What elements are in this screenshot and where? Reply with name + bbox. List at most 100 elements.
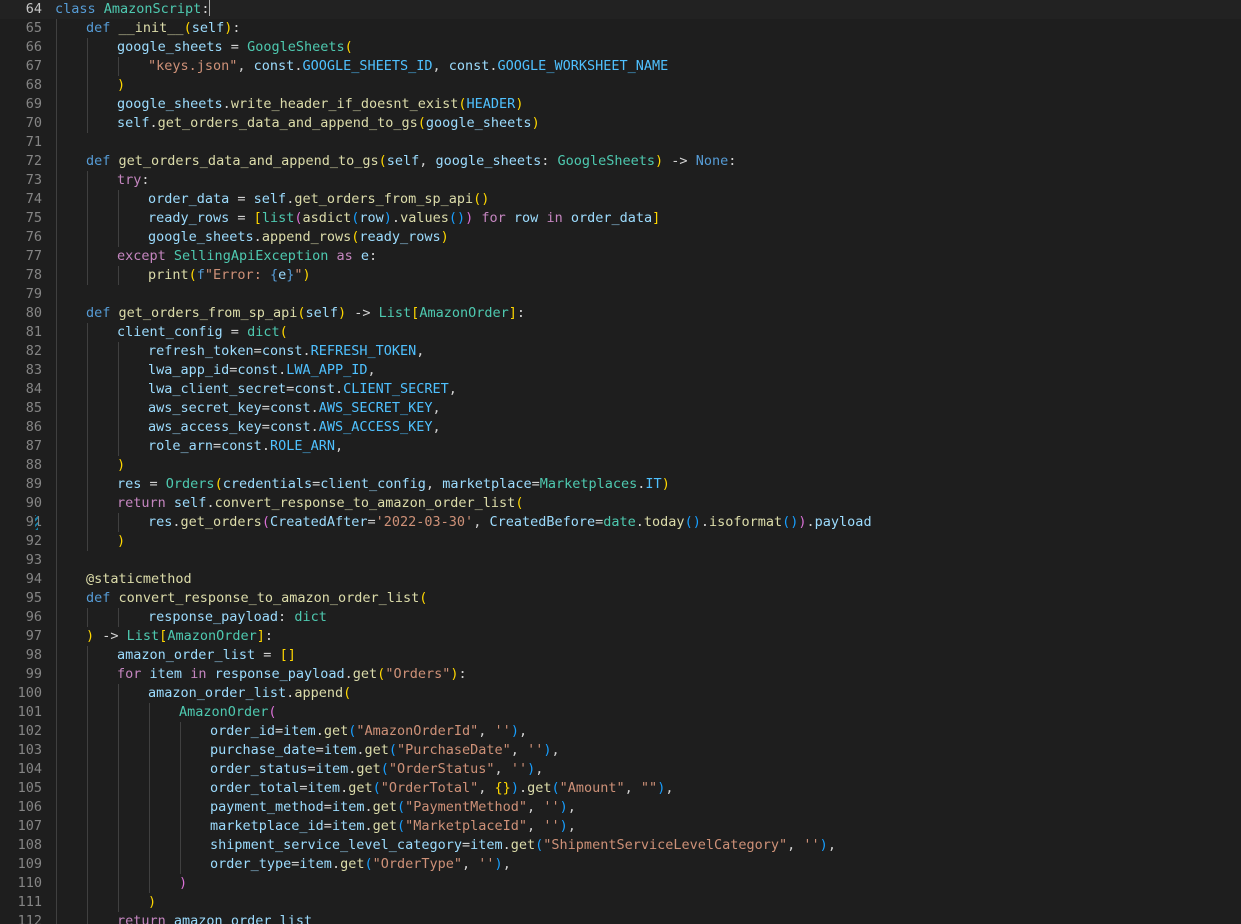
indent-guide xyxy=(87,779,88,798)
code-token: , xyxy=(419,153,436,169)
indent-guide xyxy=(149,855,150,874)
code-line[interactable]: 73 try: xyxy=(0,171,1241,190)
code-line[interactable]: 67 "keys.json", const. GOOGLE_SHEETS_ID, c… xyxy=(0,57,1241,76)
code-line[interactable]: 103 purchase_date=item.get("PurchaseDate"… xyxy=(0,741,1241,760)
code-line[interactable]: 64 class AmazonScript: xyxy=(0,0,1241,19)
code-token: ( xyxy=(515,495,524,511)
code-text: client_config = dict( xyxy=(117,323,288,342)
code-line[interactable]: 89 res = Orders(credentials = client_config… xyxy=(0,475,1241,494)
line-number: 65 xyxy=(25,20,42,36)
code-line[interactable]: 85 aws_secret_key=const.AWS_SECRET_KEY, xyxy=(0,399,1241,418)
code-token: google_sheets xyxy=(425,115,532,131)
line-number: 105 xyxy=(17,780,42,796)
code-line[interactable]: 94 @staticmethod xyxy=(0,570,1241,589)
code-token: , xyxy=(665,780,674,796)
code-line[interactable]: 75 ready_rows = [list(asdict(row).values(… xyxy=(0,209,1241,228)
code-text: return amazon_order_list xyxy=(117,912,312,924)
code-token: ) xyxy=(819,837,828,853)
code-line[interactable]: 98 amazon_order_list = [] xyxy=(0,646,1241,665)
code-line[interactable]: 69 google_sheets.write_header_if_doesnt_e… xyxy=(0,95,1241,114)
indent-guide xyxy=(180,722,181,741)
indent-guide xyxy=(118,703,119,722)
code-line[interactable]: 99 for item in response_payload.get("Orde… xyxy=(0,665,1241,684)
code-line[interactable]: 111) xyxy=(0,893,1241,912)
code-text: class AmazonScript: xyxy=(55,0,211,19)
modified-line-marker[interactable] xyxy=(35,515,38,530)
indent-guide xyxy=(118,855,119,874)
code-token: ) xyxy=(338,305,347,321)
indent-guide xyxy=(87,798,88,817)
code-line[interactable]: 91 res.get_orders(CreatedAfter='2022-03-3… xyxy=(0,513,1241,532)
code-line[interactable]: 86 aws_access_key=const.AWS_ACCESS_KEY, xyxy=(0,418,1241,437)
code-line[interactable]: 76 google_sheets.append_rows(ready_rows) xyxy=(0,228,1241,247)
code-line[interactable]: 112 return amazon_order_list xyxy=(0,912,1241,924)
code-token: aws_access_key xyxy=(148,419,262,435)
code-line[interactable]: 80 def get_orders_from_sp_api(self) -> Li… xyxy=(0,304,1241,323)
code-line[interactable]: 90 return self.convert_response_to_amazon… xyxy=(0,494,1241,513)
code-line[interactable]: 79 xyxy=(0,285,1241,304)
indent-guide xyxy=(87,646,88,665)
code-line[interactable]: 74 order_data = self.get_orders_from_sp_a… xyxy=(0,190,1241,209)
indent-guide xyxy=(87,57,88,76)
code-line[interactable]: 95 def convert_response_to_amazon_order_l… xyxy=(0,589,1241,608)
code-line[interactable]: 72 def get_orders_data_and_append_to_gs(s… xyxy=(0,152,1241,171)
indent-guide xyxy=(56,608,57,627)
code-token: AWS_ACCESS_KEY xyxy=(318,419,433,435)
code-text: ) xyxy=(117,76,125,95)
code-line[interactable]: 68) xyxy=(0,76,1241,95)
line-number: 66 xyxy=(25,39,42,55)
code-line[interactable]: 93 xyxy=(0,551,1241,570)
indent-guide xyxy=(56,57,57,76)
indent-guide xyxy=(118,190,119,209)
code-token: ( xyxy=(261,514,270,530)
line-number: 107 xyxy=(17,818,42,834)
code-line[interactable]: 104 order_status=item.get("OrderStatus", … xyxy=(0,760,1241,779)
code-token: , xyxy=(473,514,490,530)
code-line[interactable]: 107 marketplace_id=item.get("MarketplaceI… xyxy=(0,817,1241,836)
code-line[interactable]: 100 amazon_order_list.append( xyxy=(0,684,1241,703)
code-line[interactable]: 82 refresh_token=const.REFRESH_TOKEN, xyxy=(0,342,1241,361)
line-number: 93 xyxy=(25,552,42,568)
code-line[interactable]: 71 xyxy=(0,133,1241,152)
indent-guide xyxy=(56,589,57,608)
indent-guide xyxy=(56,133,57,152)
code-line[interactable]: 92) xyxy=(0,532,1241,551)
code-line[interactable]: 78 print(f"Error: {e}") xyxy=(0,266,1241,285)
code-token: GoogleSheets xyxy=(557,153,656,169)
code-line[interactable]: 83 lwa_app_id=const.LWA_APP_ID, xyxy=(0,361,1241,380)
code-line[interactable]: 96 response_payload: dict xyxy=(0,608,1241,627)
code-line[interactable]: 97) -> List[AmazonOrder]: xyxy=(0,627,1241,646)
code-editor[interactable]: 64 class AmazonScript: 65 def __init__(self… xyxy=(0,0,1241,924)
code-token: : xyxy=(264,628,273,644)
code-line[interactable]: 84 lwa_client_secret=const.CLIENT_SECRET, xyxy=(0,380,1241,399)
code-line[interactable]: 77 except SellingApiException as e: xyxy=(0,247,1241,266)
code-token: , xyxy=(432,400,441,416)
code-line[interactable]: 105 order_total=item.get("OrderTotal", {}… xyxy=(0,779,1241,798)
code-line[interactable]: 101 AmazonOrder( xyxy=(0,703,1241,722)
code-line[interactable]: 110) xyxy=(0,874,1241,893)
code-line[interactable]: 88) xyxy=(0,456,1241,475)
code-line[interactable]: 108 shipment_service_level_category=item.… xyxy=(0,836,1241,855)
code-text: aws_secret_key=const.AWS_SECRET_KEY, xyxy=(148,399,441,418)
code-token: in xyxy=(190,666,207,682)
code-line[interactable]: 109 order_type=item.get("OrderType", ''), xyxy=(0,855,1241,874)
code-line[interactable]: 106 payment_method=item.get("PaymentMetho… xyxy=(0,798,1241,817)
code-token: row xyxy=(513,210,539,226)
code-text: self.get_orders_data_and_append_to_gs(go… xyxy=(117,114,540,133)
code-line[interactable]: 102 order_id=item.get("AmazonOrderId", ''… xyxy=(0,722,1241,741)
code-token: const xyxy=(261,343,303,359)
code-line[interactable]: 65 def __init__(self): xyxy=(0,19,1241,38)
indent-guide xyxy=(180,798,181,817)
code-token: ( xyxy=(551,780,560,796)
code-line[interactable]: 87 role_arn=const.ROLE_ARN, xyxy=(0,437,1241,456)
line-number: 81 xyxy=(25,324,42,340)
code-line[interactable]: 66 google_sheets = GoogleSheets( xyxy=(0,38,1241,57)
code-line[interactable]: 70 self.get_orders_data_and_append_to_gs(… xyxy=(0,114,1241,133)
code-token: CLIENT_SECRET xyxy=(343,381,449,397)
code-line[interactable]: 81 client_config = dict( xyxy=(0,323,1241,342)
code-token: { xyxy=(269,267,279,283)
code-token: append xyxy=(294,685,344,701)
line-number: 69 xyxy=(25,96,42,112)
code-token: Marketplaces xyxy=(539,476,638,492)
